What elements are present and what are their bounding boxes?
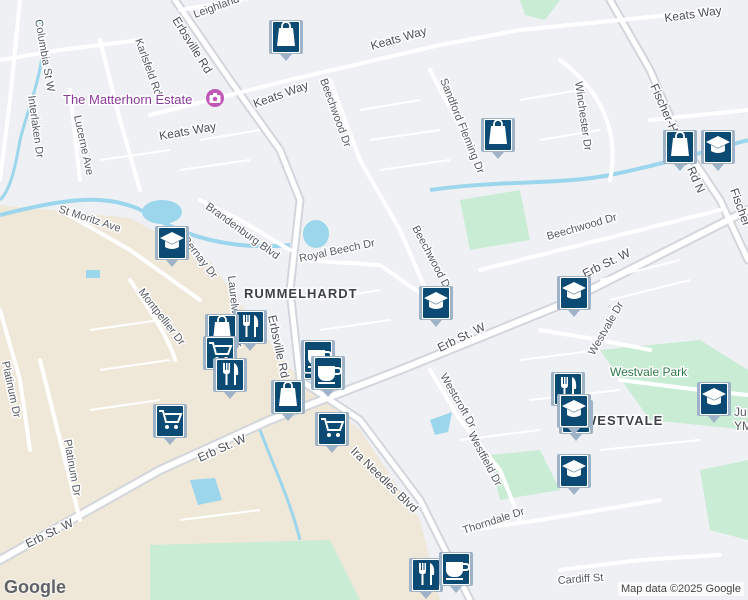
- map-marker-education[interactable]: [418, 284, 454, 328]
- place-label-partial: YM: [734, 419, 748, 433]
- map-marker-cafe[interactable]: [438, 550, 474, 594]
- street-label: Keats Way: [663, 3, 722, 25]
- map-marker-education[interactable]: [556, 452, 592, 496]
- street-label: Beechwood Dr: [409, 224, 454, 294]
- map-marker-grocery[interactable]: [152, 402, 188, 446]
- park-area: [150, 540, 360, 600]
- neighbourhood-label: WESTVALE: [584, 413, 663, 428]
- map-marker-education[interactable]: [556, 274, 592, 318]
- map-marker-education[interactable]: [700, 128, 736, 172]
- poi-label[interactable]: The Matterhorn Estate: [62, 91, 194, 109]
- street-label: Karlsfeld Rd: [132, 37, 164, 97]
- map-canvas[interactable]: Leighland Dr Erbsville Rd Keats Way Keat…: [0, 0, 748, 600]
- google-logo[interactable]: Google: [4, 577, 66, 598]
- map-marker-shopping[interactable]: [268, 18, 304, 62]
- camera-icon[interactable]: [206, 89, 224, 107]
- pond: [86, 270, 100, 278]
- map-marker-education[interactable]: [696, 380, 732, 424]
- park-area: [700, 460, 748, 540]
- pond: [430, 412, 452, 435]
- place-label-partial: Ju: [734, 405, 747, 419]
- park-area: [520, 0, 560, 20]
- park-area: [460, 190, 530, 250]
- map-marker-shopping[interactable]: [662, 128, 698, 172]
- map-marker-shopping[interactable]: [480, 116, 516, 160]
- street-label: Leighland Dr: [192, 0, 255, 21]
- neighbourhood-label: RUMMELHARDT: [244, 286, 358, 301]
- pond: [303, 220, 329, 248]
- street-label: Interlaken Dr: [25, 95, 46, 159]
- park-label: Westvale Park: [610, 365, 688, 379]
- map-attribution[interactable]: Map data ©2025 Google: [617, 582, 744, 596]
- map-marker-restaurant[interactable]: [212, 356, 248, 400]
- map-marker-education[interactable]: [556, 392, 592, 436]
- street-label: Thorndale Dr: [461, 505, 526, 536]
- map-base-layer: Leighland Dr Erbsville Rd Keats Way Keat…: [0, 0, 748, 600]
- street-label: Brandenburg Blvd: [203, 201, 281, 262]
- street-label: Cardiff St: [557, 572, 603, 587]
- map-marker-grocery[interactable]: [314, 410, 350, 454]
- street-label: Beechwood Dr: [317, 77, 353, 149]
- map-marker-cafe[interactable]: [310, 354, 346, 398]
- map-marker-shopping[interactable]: [270, 378, 306, 422]
- map-marker-education[interactable]: [154, 224, 190, 268]
